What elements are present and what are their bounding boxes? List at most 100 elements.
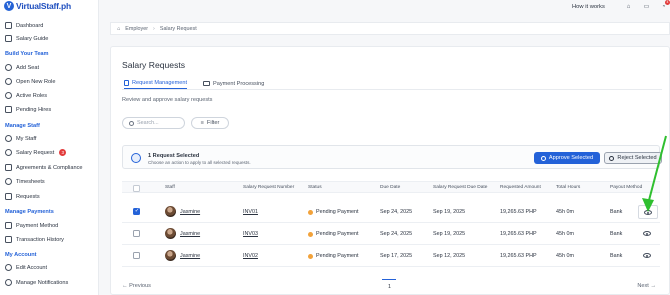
user-icon <box>5 264 12 271</box>
request-number-link[interactable]: INV01 <box>243 209 258 215</box>
view-button[interactable] <box>638 227 658 241</box>
sidebar-item-label: Dashboard <box>16 22 44 29</box>
how-it-works-link[interactable]: How it works <box>572 4 605 10</box>
sidebar-item-label: Active Roles <box>16 92 48 99</box>
avatar <box>165 206 176 217</box>
page-title: Salary Requests <box>122 60 186 70</box>
logo-icon: V <box>4 1 14 11</box>
sidebar-item-open-new-role[interactable]: Open New Role <box>5 78 56 85</box>
sidebar-item-requests[interactable]: Requests <box>5 193 40 200</box>
table-header: Staff Salary Request Number Status Due D… <box>122 181 660 193</box>
brand-logo[interactable]: V VirtualStaff.ph <box>4 1 71 11</box>
breadcrumb-current: Salary Request <box>159 25 197 32</box>
pending-dot-icon <box>308 253 313 259</box>
brand-name: VirtualStaff.ph <box>16 1 71 11</box>
sidebar-item-my-staff[interactable]: My Staff <box>5 135 36 142</box>
avatar <box>165 250 176 261</box>
staff-name[interactable]: Jasmine <box>180 209 200 215</box>
selection-bar: 1 Request Selected Choose an action to a… <box>122 145 662 169</box>
search-icon <box>129 120 134 126</box>
total-hours: 45h 0m <box>556 209 574 215</box>
sidebar-item-label: Requests <box>16 193 40 200</box>
status-badge: Pending Payment <box>308 231 359 237</box>
selection-title: 1 Request Selected <box>148 153 200 159</box>
plus-circle-icon <box>5 78 12 85</box>
sidebar-item-timesheets[interactable]: Timesheets <box>5 178 45 185</box>
section-manage-staff: Manage Staff <box>5 123 40 129</box>
sidebar-item-label: My Staff <box>16 135 37 142</box>
sidebar-item-pending-hires[interactable]: Pending Hires <box>5 106 51 113</box>
card-icon <box>5 222 12 229</box>
tab-payment-processing[interactable]: Payment Processing <box>203 78 264 89</box>
status-badge: Pending Payment <box>308 209 359 215</box>
reject-selected-button[interactable]: Reject Selected <box>604 152 662 164</box>
filter-button[interactable]: ≡ Filter <box>191 117 229 129</box>
tab-request-management[interactable]: Request Management <box>124 78 188 89</box>
book-icon <box>5 35 12 42</box>
reject-label: Reject Selected <box>617 155 657 161</box>
users-icon <box>5 92 12 99</box>
payout-method: Bank <box>610 231 623 237</box>
status-text: Pending Payment <box>316 253 359 259</box>
col-staff: Staff <box>165 185 175 190</box>
home-icon[interactable]: ⌂ <box>117 26 120 32</box>
table-row[interactable]: Jasmine INV01 Pending Payment Sep 24, 20… <box>122 201 660 223</box>
bell-icon[interactable]: ◔ <box>660 4 667 11</box>
sidebar-item-salary-request[interactable]: Salary Request 3 <box>5 149 67 156</box>
page-number[interactable]: 1 <box>388 284 391 290</box>
view-button[interactable] <box>638 205 658 219</box>
sidebar-item-salary-guide[interactable]: Salary Guide <box>5 35 48 42</box>
col-requested-amount: Requested Amount <box>500 185 541 190</box>
row-checkbox[interactable] <box>133 252 140 259</box>
previous-button[interactable]: ← Previous <box>122 283 151 289</box>
tab-label: Payment Processing <box>213 80 265 87</box>
breadcrumb-parent[interactable]: Employer <box>125 26 148 32</box>
view-button[interactable] <box>638 249 658 263</box>
sidebar-item-dashboard[interactable]: Dashboard <box>5 22 43 29</box>
dashboard-icon <box>5 22 12 29</box>
requested-amount: 19,265.63 PHP <box>500 253 537 259</box>
sidebar-item-payment-method[interactable]: Payment Method <box>5 222 58 229</box>
staff-name[interactable]: Jasmine <box>180 253 200 259</box>
clock-icon <box>5 178 12 185</box>
search-input[interactable]: Search... <box>122 117 185 129</box>
row-checkbox[interactable] <box>133 208 140 215</box>
sidebar-item-label: Salary Request <box>16 149 55 156</box>
sidebar-item-agreements[interactable]: Agreements & Compliance <box>5 164 83 171</box>
tabs: Request Management Payment Processing <box>122 77 662 90</box>
sidebar-item-edit-account[interactable]: Edit Account <box>5 264 47 271</box>
pagination: ← Previous 1 Next → <box>122 279 660 293</box>
add-user-icon <box>5 64 12 71</box>
request-number-link[interactable]: INV03 <box>243 231 258 237</box>
row-checkbox[interactable] <box>133 230 140 237</box>
filter-label: Filter <box>206 120 220 126</box>
table-row[interactable]: Jasmine INV03 Pending Payment Sep 24, 20… <box>122 223 660 245</box>
bell-icon <box>5 279 12 286</box>
sidebar-item-transaction-history[interactable]: Transaction History <box>5 236 64 243</box>
document-icon <box>124 80 129 86</box>
approve-selected-button[interactable]: Approve Selected <box>534 152 600 164</box>
col-request-due-date: Salary Request Due Date <box>433 185 488 190</box>
sidebar-item-add-seat[interactable]: Add Seat <box>5 64 39 71</box>
table-row[interactable]: Jasmine INV02 Pending Payment Sep 17, 20… <box>122 245 660 267</box>
select-all-checkbox[interactable] <box>133 184 140 192</box>
next-button[interactable]: Next → <box>637 283 656 289</box>
next-label: Next <box>637 283 649 289</box>
home-icon[interactable]: ⌂ <box>625 4 632 11</box>
requested-amount: 19,265.63 PHP <box>500 209 537 215</box>
request-number-link[interactable]: INV02 <box>243 253 258 259</box>
eye-icon <box>643 253 651 258</box>
sidebar-item-active-roles[interactable]: Active Roles <box>5 92 47 99</box>
avatar <box>165 228 176 239</box>
sidebar-item-label: Payment Method <box>16 222 59 229</box>
tab-label: Request Management <box>132 80 188 86</box>
current-page-indicator <box>382 279 396 281</box>
staff-name[interactable]: Jasmine <box>180 231 200 237</box>
sidebar-item-label: Edit Account <box>16 264 48 271</box>
eye-icon <box>643 231 651 236</box>
chat-icon[interactable]: ▭ <box>643 4 650 11</box>
section-build-your-team: Build Your Team <box>5 51 49 57</box>
search-placeholder: Search... <box>137 120 159 126</box>
sidebar-item-manage-notifications[interactable]: Manage Notifications <box>5 279 68 286</box>
section-my-account: My Account <box>5 252 37 258</box>
